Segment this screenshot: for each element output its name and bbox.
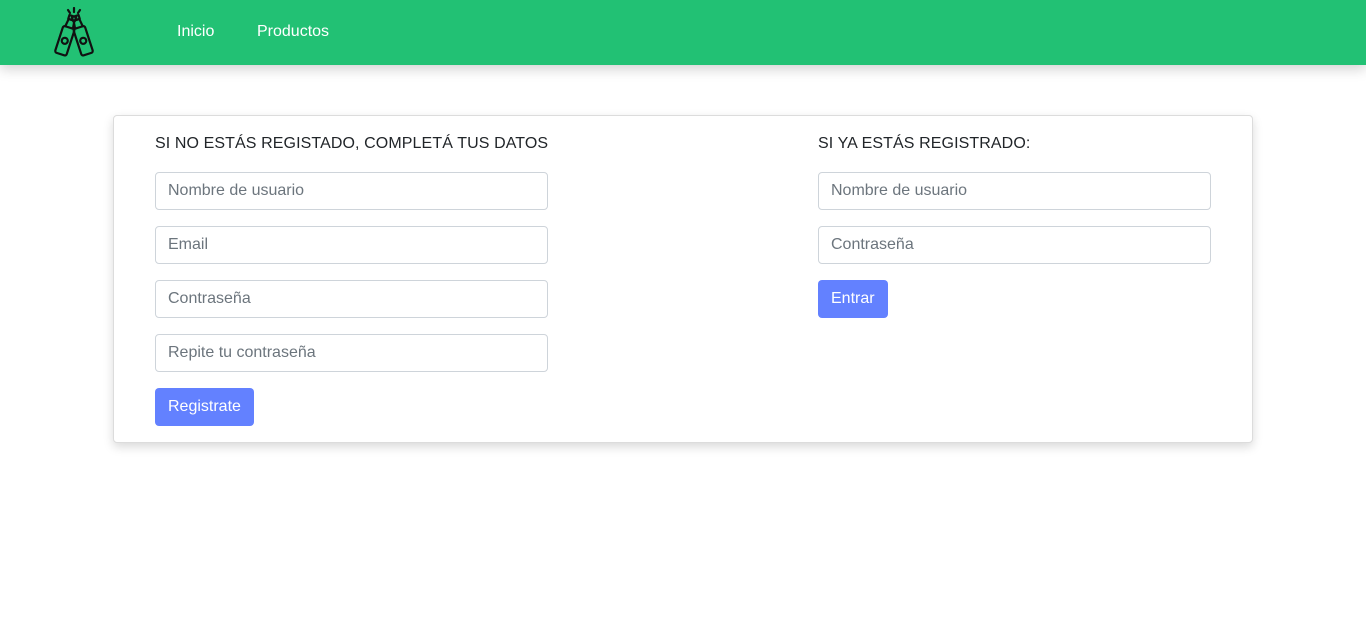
register-username-field[interactable]: [155, 172, 548, 210]
login-username-field[interactable]: [818, 172, 1211, 210]
login-heading: SI YA ESTÁS REGISTRADO:: [818, 135, 1031, 152]
register-email-field[interactable]: [155, 226, 548, 264]
nav-link-productos[interactable]: Productos: [257, 22, 329, 41]
register-button[interactable]: Registrate: [155, 388, 254, 426]
login-password-field[interactable]: [818, 226, 1211, 264]
register-repeat-password-field[interactable]: [155, 334, 548, 372]
nav-link-inicio[interactable]: Inicio: [177, 22, 214, 41]
auth-card: SI NO ESTÁS REGISTADO, COMPLETÁ TUS DATO…: [113, 115, 1253, 443]
beer-bottles-toast-icon[interactable]: [50, 6, 98, 57]
register-heading: SI NO ESTÁS REGISTADO, COMPLETÁ TUS DATO…: [155, 135, 549, 152]
login-button[interactable]: Entrar: [818, 280, 888, 318]
top-navbar: Inicio Productos: [0, 0, 1366, 65]
register-password-field[interactable]: [155, 280, 548, 318]
